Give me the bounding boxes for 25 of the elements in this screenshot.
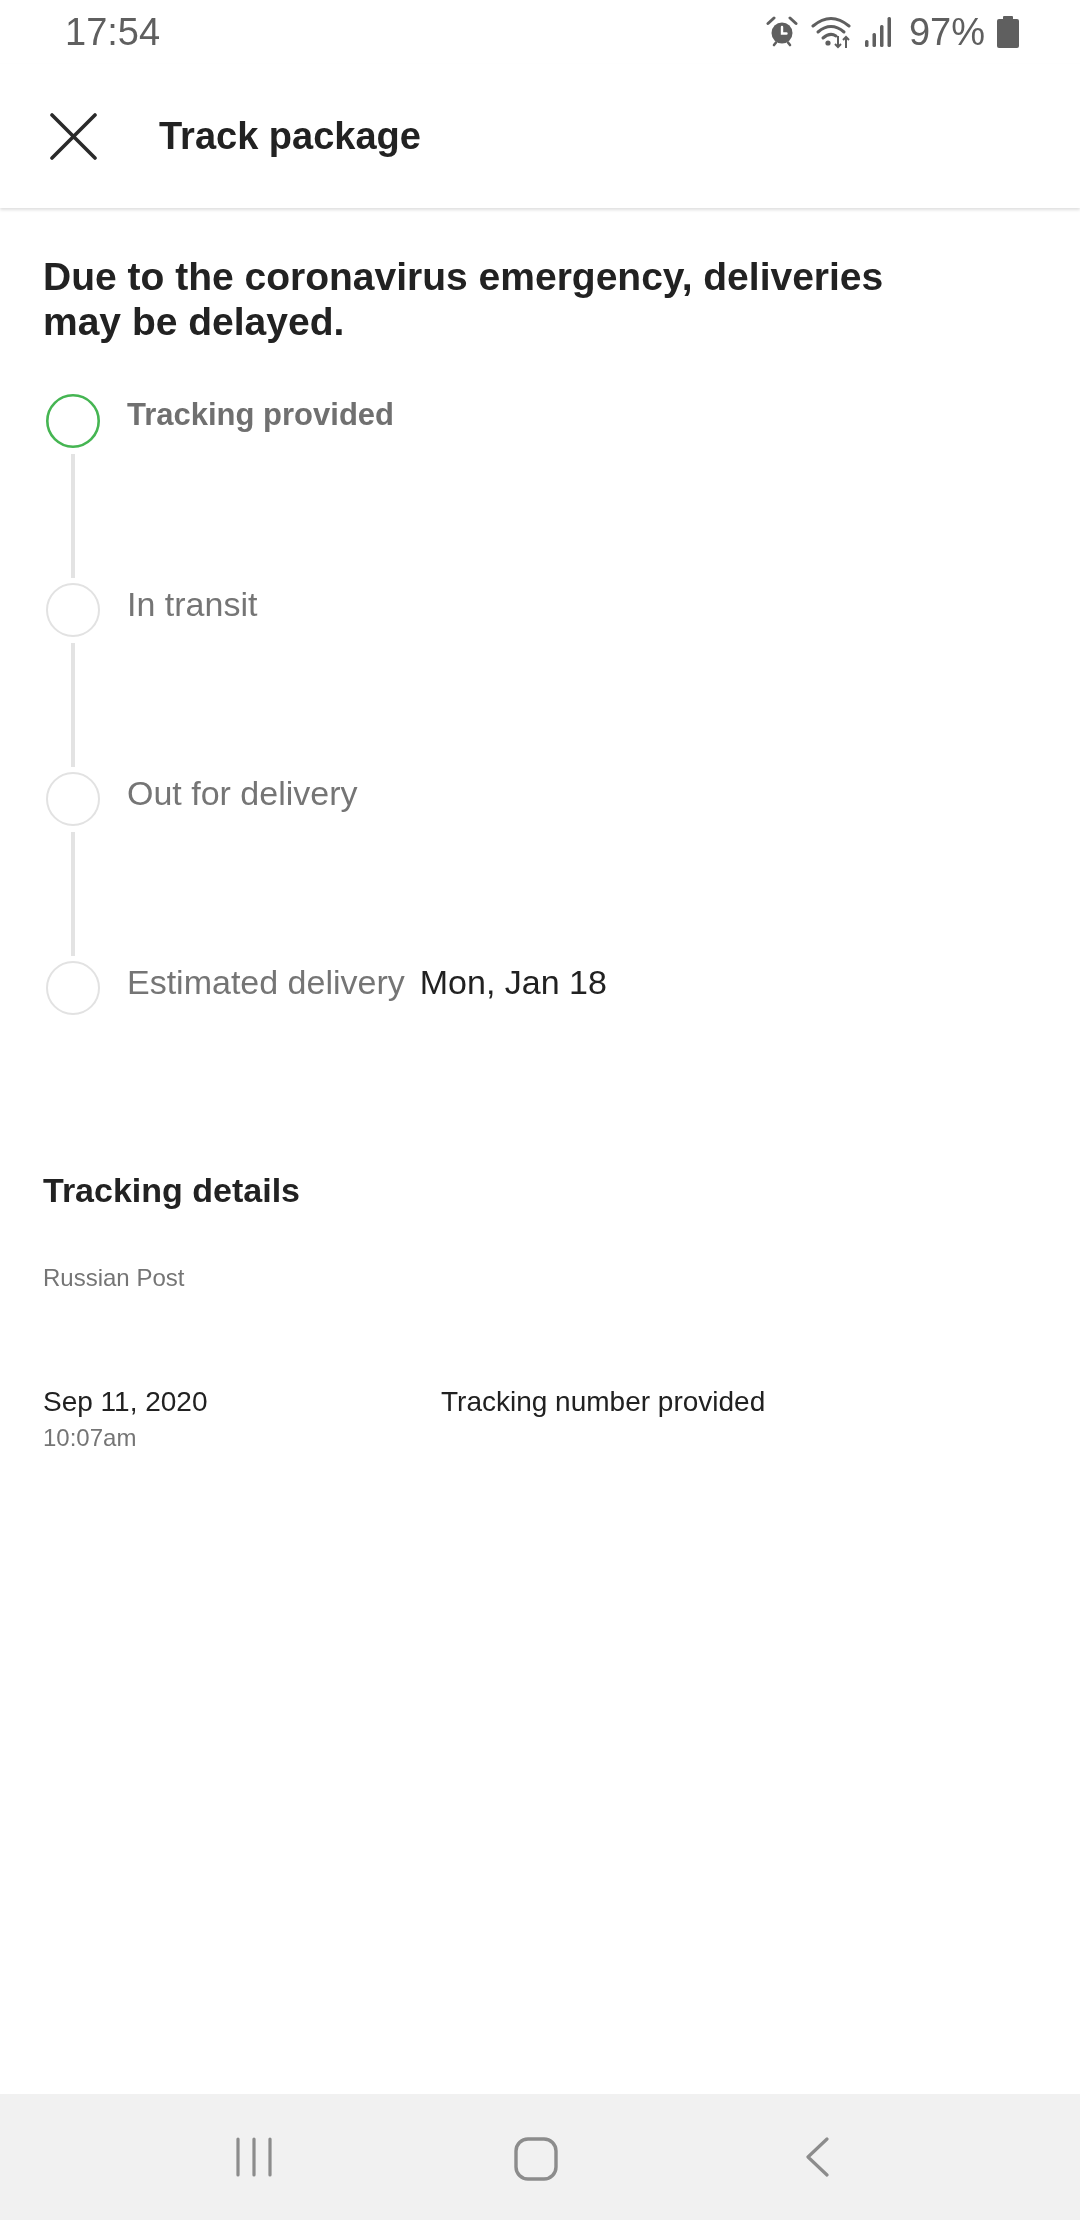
close-icon bbox=[50, 112, 97, 160]
step-label: Estimated delivery bbox=[127, 962, 405, 1003]
page-title: Track package bbox=[159, 114, 421, 159]
delay-notice: Due to the coronavirus emergency, deliveries may be delayed. bbox=[43, 254, 885, 344]
step-label: Out for delivery bbox=[127, 773, 358, 814]
back-button[interactable] bbox=[804, 2137, 830, 2177]
event-date: Sep 11, 2020 bbox=[43, 1385, 209, 1419]
event-time: 10:07am bbox=[43, 1423, 138, 1453]
alarm-icon bbox=[765, 16, 798, 48]
home-button[interactable] bbox=[514, 2137, 558, 2181]
event-description: Tracking number provided bbox=[441, 1385, 766, 1419]
battery-icon bbox=[997, 16, 1019, 48]
delivery-date: Mon, Jan 18 bbox=[419, 962, 607, 1003]
step-label: In transit bbox=[127, 584, 258, 625]
battery-percent: 97% bbox=[908, 10, 985, 54]
step-label: Tracking provided bbox=[127, 396, 394, 434]
section-title: Tracking details bbox=[43, 1170, 301, 1210]
back-icon bbox=[804, 2137, 830, 2177]
carrier-name: Russian Post bbox=[43, 1263, 186, 1293]
signal-icon bbox=[863, 17, 892, 47]
home-icon bbox=[514, 2137, 558, 2181]
wifi-icon bbox=[810, 15, 852, 49]
recents-icon bbox=[236, 2137, 272, 2177]
recents-button[interactable] bbox=[236, 2137, 272, 2177]
status-time: 17:54 bbox=[65, 10, 161, 54]
